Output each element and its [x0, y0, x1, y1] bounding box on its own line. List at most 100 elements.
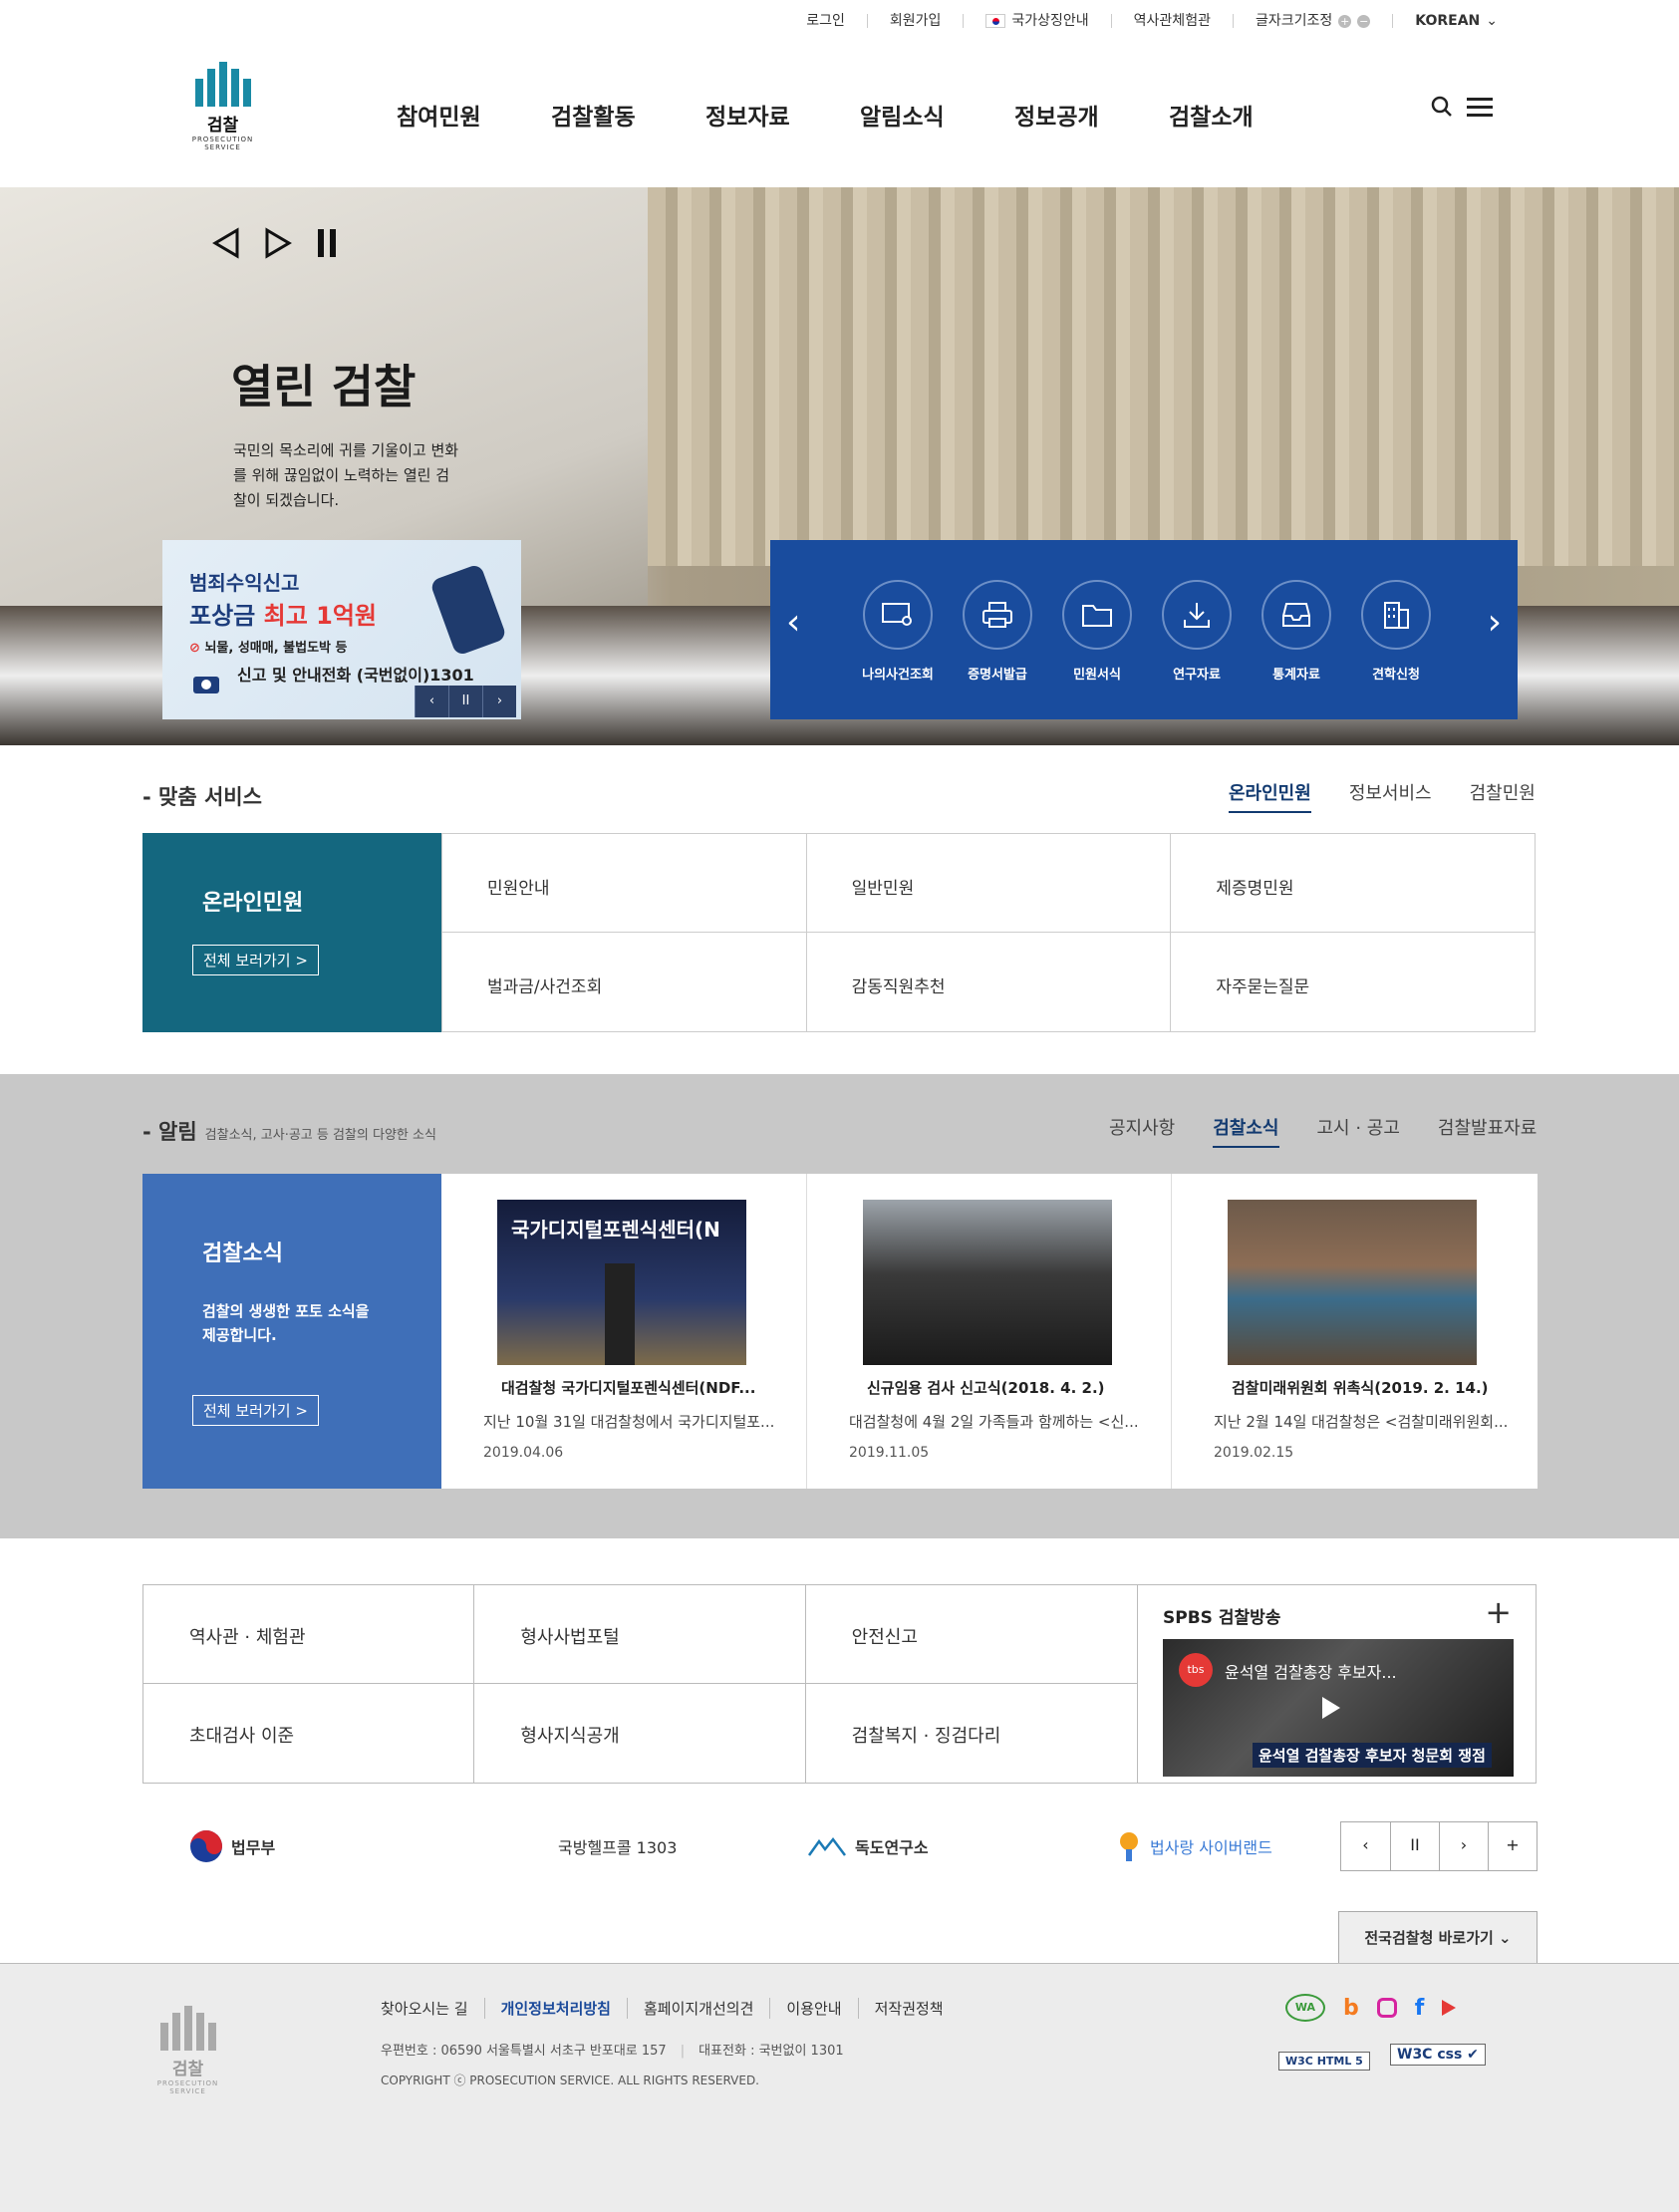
partner-moj[interactable]: 법무부: [189, 1829, 498, 1863]
quick-research[interactable]: 연구자료: [1147, 580, 1247, 683]
login-link[interactable]: 로그인: [784, 14, 867, 28]
museum-link[interactable]: 역사관체험관: [1110, 14, 1233, 28]
font-plus-icon[interactable]: +: [1338, 14, 1352, 28]
quick-case-search[interactable]: 나의사건조회: [848, 580, 948, 683]
download-icon: [1184, 603, 1210, 628]
taegeuk-icon: [190, 1830, 222, 1862]
dokdo-icon: [807, 1836, 846, 1856]
service-item[interactable]: 자주묻는질문: [1170, 933, 1535, 1031]
partner-next-button[interactable]: ›: [1439, 1822, 1488, 1870]
link-item[interactable]: 안전신고: [805, 1585, 1137, 1684]
blog-icon[interactable]: b: [1343, 1996, 1359, 2021]
tab-press[interactable]: 검찰발표자료: [1438, 1114, 1537, 1148]
quick-prev-icon[interactable]: ‹: [786, 602, 800, 643]
partner-more-button[interactable]: +: [1488, 1822, 1537, 1870]
service-item[interactable]: 감동직원추천: [805, 933, 1171, 1031]
link-item[interactable]: 검찰복지 · 징검다리: [806, 1684, 1137, 1783]
service-item[interactable]: 민원안내: [441, 834, 806, 933]
link-item[interactable]: 초대검사 이준: [143, 1684, 475, 1783]
footer-links: 찾아오시는 길 개인정보처리방침 홈페이지개선의견 이용안내 저작권정책: [381, 1998, 960, 2019]
footer-link[interactable]: 찾아오시는 길: [381, 1998, 484, 2019]
logo-sub: PROSECUTION SERVICE: [191, 136, 254, 151]
symbol-link[interactable]: 국가상징안내: [963, 14, 1110, 28]
chevron-down-icon: ⌄: [1486, 13, 1498, 29]
news-card[interactable]: 신규임용 검사 신고식(2018. 4. 2.) 대검찰청에 4월 2일 가족들…: [806, 1174, 1171, 1489]
partner-pause-button[interactable]: II: [1390, 1822, 1439, 1870]
inbox-icon: [1282, 603, 1310, 627]
hero-title: 열린 검찰: [231, 360, 417, 414]
play-icon[interactable]: [1322, 1697, 1340, 1719]
footer-link[interactable]: 이용안내: [769, 1998, 857, 2019]
tab-civil[interactable]: 검찰민원: [1470, 779, 1536, 813]
quick-next-icon[interactable]: ›: [1488, 602, 1502, 643]
service-tabs: 온라인민원 정보서비스 검찰민원: [1229, 779, 1536, 813]
instagram-icon[interactable]: [1376, 1998, 1397, 2018]
service-item[interactable]: 제증명민원: [1170, 834, 1535, 933]
chevron-down-icon: ⌄: [1499, 1929, 1512, 1947]
news-card[interactable]: 검찰미래위원회 위촉식(2019. 2. 14.) 지난 2월 14일 대검찰청…: [1171, 1174, 1536, 1489]
partner-prev-button[interactable]: ‹: [1341, 1822, 1390, 1870]
facebook-icon[interactable]: f: [1415, 1996, 1425, 2021]
building-icon: [1384, 602, 1409, 629]
tab-news[interactable]: 검찰소식: [1213, 1114, 1279, 1148]
join-link[interactable]: 회원가입: [866, 14, 964, 28]
news-feature-desc: 검찰의 생생한 포토 소식을 제공합니다.: [202, 1302, 370, 1344]
partner-helpcall[interactable]: 국방헬프콜 1303: [498, 1834, 807, 1858]
banner-pause-button[interactable]: II: [448, 686, 482, 717]
tab-info[interactable]: 정보서비스: [1349, 779, 1432, 813]
font-minus-icon[interactable]: −: [1357, 14, 1371, 28]
news-card-desc: 지난 2월 14일 대검찰청은 <검찰미래위원회...: [1214, 1413, 1509, 1431]
news-feature-title: 검찰소식: [202, 1242, 283, 1266]
service-item[interactable]: 일반민원: [805, 834, 1171, 933]
spbs-title: SPBS 검찰방송: [1163, 1608, 1281, 1628]
nav-item[interactable]: 정보공개: [1014, 98, 1169, 132]
service-item[interactable]: 벌과금/사건조회: [441, 933, 806, 1031]
link-grid: 역사관 · 체험관 형사사법포털 안전신고 초대검사 이준 형사지식공개 검찰복…: [142, 1584, 1138, 1784]
quick-certificate[interactable]: 증명서발급: [948, 580, 1047, 683]
video-title: 윤석열 검찰총장 후보자...: [1225, 1663, 1397, 1682]
nav-item[interactable]: 참여민원: [397, 98, 551, 132]
banner-line2: 포상금 최고 1억원: [189, 602, 377, 630]
link-item[interactable]: 형사사법포털: [474, 1585, 806, 1684]
phone-icon: [428, 563, 508, 657]
news-card[interactable]: 국가디지털포렌식센터(N 대검찰청 국가디지털포렌식센터(NDF... 지난 1…: [441, 1174, 806, 1489]
banner-prev-button[interactable]: ‹: [415, 686, 448, 717]
quick-stats[interactable]: 통계자료: [1247, 580, 1346, 683]
link-item[interactable]: 역사관 · 체험관: [143, 1585, 475, 1684]
nav-item[interactable]: 검찰활동: [551, 98, 705, 132]
quick-menu: ‹ › 나의사건조회 증명서발급 민원서식 연구자료 통계자료 견학신청: [770, 540, 1518, 719]
menu-icon[interactable]: [1467, 96, 1493, 118]
youtube-icon[interactable]: [1442, 2000, 1457, 2016]
plus-icon[interactable]: +: [1485, 1593, 1512, 1631]
banner-next-button[interactable]: ›: [482, 686, 516, 717]
tab-announce[interactable]: 고시 · 공고: [1317, 1114, 1400, 1148]
footer-link[interactable]: 저작권정책: [857, 1998, 960, 2019]
spbs-box: SPBS 검찰방송 + tbs 윤석열 검찰총장 후보자... 윤석열 검찰총장…: [1138, 1584, 1537, 1784]
video-player[interactable]: tbs 윤석열 검찰총장 후보자... 윤석열 검찰총장 후보자 청문회 쟁점: [1163, 1639, 1514, 1777]
search-icon[interactable]: [1431, 96, 1453, 118]
news-view-all-button[interactable]: 전체 보러가기 >: [192, 1395, 319, 1426]
banner-line1: 범죄수익신고: [189, 571, 300, 595]
main-nav: 참여민원 검찰활동 정보자료 알림소식 정보공개 검찰소개: [397, 98, 1323, 132]
link-item[interactable]: 형사지식공개: [474, 1684, 806, 1783]
prev-icon[interactable]: [211, 227, 241, 259]
nav-item[interactable]: 정보자료: [705, 98, 860, 132]
quick-forms[interactable]: 민원서식: [1047, 580, 1147, 683]
footer-link[interactable]: 홈페이지개선의견: [626, 1998, 769, 2019]
next-icon[interactable]: [263, 227, 293, 259]
site-logo[interactable]: 검찰 PROSECUTION SERVICE: [175, 62, 270, 151]
social-links: WA b f: [1285, 1994, 1457, 2022]
nav-item[interactable]: 검찰소개: [1169, 98, 1323, 132]
partner-dokdo[interactable]: 독도연구소: [807, 1834, 1116, 1858]
tab-notice[interactable]: 공지사항: [1109, 1114, 1175, 1148]
quick-tour[interactable]: 견학신청: [1346, 580, 1446, 683]
footer-address: 우편번호 : 06590 서울특별시 서초구 반포대로 157 | 대표전화 : 국…: [381, 2044, 844, 2059]
service-view-all-button[interactable]: 전체 보러가기 >: [192, 945, 319, 975]
footer-link[interactable]: 개인정보처리방침: [483, 1998, 627, 2019]
prosecution-office-select[interactable]: 전국검찰청 바로가기 ⌄: [1338, 1911, 1538, 1963]
nav-item[interactable]: 알림소식: [860, 98, 1014, 132]
language-select[interactable]: KOREAN ⌄: [1392, 14, 1520, 28]
pause-icon[interactable]: [315, 227, 339, 259]
flag-icon: [985, 14, 1006, 28]
tab-online[interactable]: 온라인민원: [1229, 779, 1311, 813]
